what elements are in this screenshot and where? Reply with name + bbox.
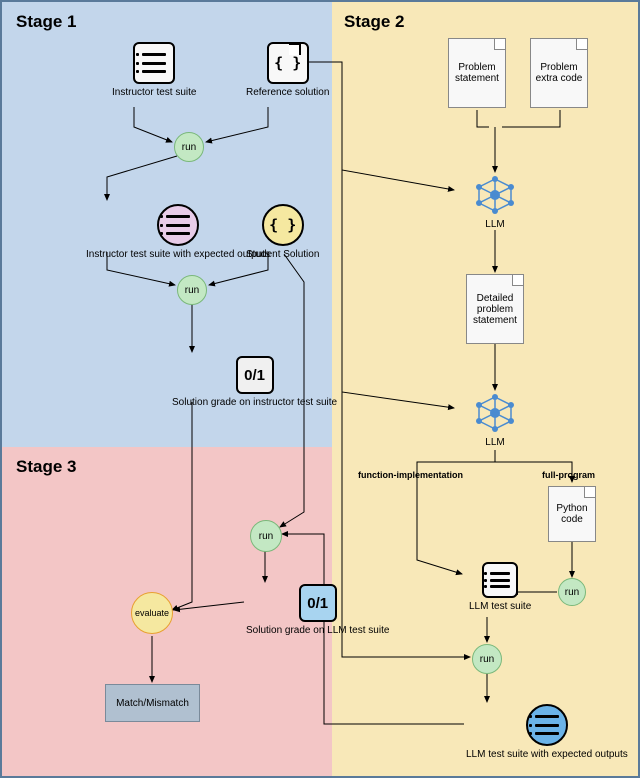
llm-label: LLM — [485, 219, 504, 231]
run-1: run — [174, 132, 204, 162]
run-circle: run — [174, 132, 204, 162]
document-icon: Detailed problem statement — [466, 274, 524, 344]
grade-llm-label: Solution grade on LLM test suite — [246, 625, 389, 637]
student-solution-label: Student Solution — [246, 249, 319, 261]
braces-icon — [267, 42, 309, 84]
document-icon: Problem extra code — [530, 38, 588, 108]
grade-icon: 0/1 — [299, 584, 337, 622]
document-icon: Problem statement — [448, 38, 506, 108]
instructor-test-suite: Instructor test suite — [112, 42, 196, 99]
run-python: run — [558, 578, 586, 606]
network-icon — [474, 392, 516, 434]
run-circle: run — [558, 578, 586, 606]
run-stage3: run — [250, 520, 282, 552]
llm-suite-label: LLM test suite — [469, 601, 531, 613]
document-icon: Python code — [548, 486, 596, 542]
llm-test-suite: LLM test suite — [469, 562, 531, 613]
evaluate: evaluate — [131, 592, 173, 634]
grade-instructor: 0/1 Solution grade on instructor test su… — [172, 356, 337, 409]
run-circle: run — [250, 520, 282, 552]
detailed-problem: Detailed problem statement — [466, 274, 524, 344]
match-mismatch: Match/Mismatch — [105, 684, 200, 722]
llm-suite-expected-label: LLM test suite with expected outputs — [466, 749, 628, 761]
grade-instructor-label: Solution grade on instructor test suite — [172, 397, 337, 409]
list-icon — [133, 42, 175, 84]
problem-statement: Problem statement — [448, 38, 506, 108]
problem-extra-code: Problem extra code — [530, 38, 588, 108]
student-solution: Student Solution — [246, 204, 319, 261]
grade-llm: 0/1 Solution grade on LLM test suite — [246, 584, 389, 637]
llm-suite-expected: LLM test suite with expected outputs — [466, 704, 628, 761]
run-2: run — [177, 275, 207, 305]
reference-solution: Reference solution — [246, 42, 329, 99]
list-icon — [526, 704, 568, 746]
match-box: Match/Mismatch — [105, 684, 200, 722]
llm-2: LLM — [474, 392, 516, 449]
instructor-expected-label: Instructor test suite with expected outp… — [86, 249, 270, 261]
reference-solution-label: Reference solution — [246, 87, 329, 99]
run-llm-suite: run — [472, 644, 502, 674]
stage-3-title: Stage 3 — [16, 457, 76, 477]
instructor-test-suite-label: Instructor test suite — [112, 87, 196, 99]
instructor-expected: Instructor test suite with expected outp… — [86, 204, 270, 261]
braces-icon — [262, 204, 304, 246]
stage-2-title: Stage 2 — [344, 12, 404, 32]
llm-1: LLM — [474, 174, 516, 231]
branch-func-label: function-implementation — [358, 470, 463, 480]
list-icon — [157, 204, 199, 246]
llm-label: LLM — [485, 437, 504, 449]
run-circle: run — [177, 275, 207, 305]
run-circle: run — [472, 644, 502, 674]
network-icon — [474, 174, 516, 216]
stage-1-title: Stage 1 — [16, 12, 76, 32]
branch-full-label: full-program — [542, 470, 595, 480]
grade-icon: 0/1 — [236, 356, 274, 394]
python-code: Python code — [548, 486, 596, 542]
list-icon — [482, 562, 518, 598]
evaluate-circle: evaluate — [131, 592, 173, 634]
diagram-canvas: Stage 1 Stage 2 Stage 3 — [0, 0, 640, 778]
